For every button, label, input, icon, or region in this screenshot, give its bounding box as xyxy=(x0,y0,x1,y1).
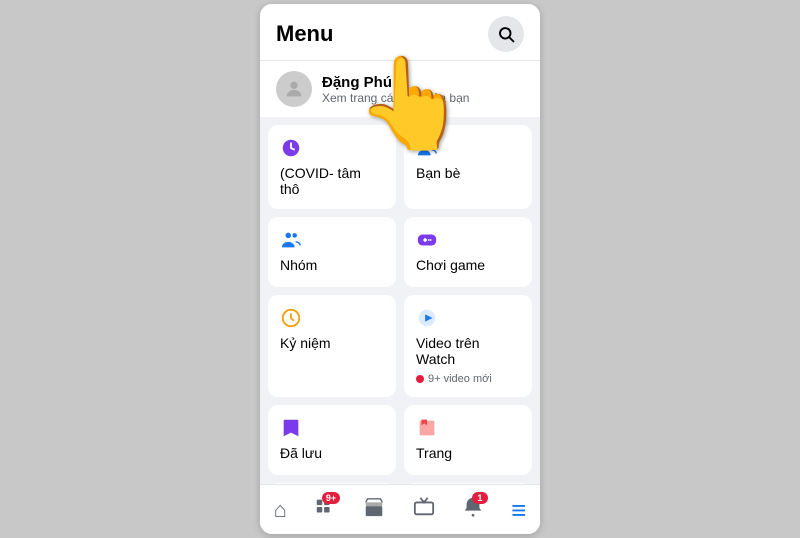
menu-item-covid[interactable]: (COVID- tâm thô xyxy=(268,125,396,209)
menu-item-watch[interactable]: Video trên Watch 9+ video mới xyxy=(404,295,532,397)
memories-label: Kỷ niệm xyxy=(280,335,384,351)
header: Menu xyxy=(260,4,540,61)
bottom-nav: ⌂ 9+ xyxy=(260,484,540,534)
menu-grid: (COVID- tâm thô Bạn bè Nhóm Chơi game Kỷ niệ… xyxy=(268,125,532,484)
watch-sublabel: 9+ video mới xyxy=(416,373,520,385)
nav-tv[interactable] xyxy=(405,492,443,528)
grid-container: (COVID- tâm thô Bạn bè Nhóm Chơi game Kỷ niệ… xyxy=(260,125,540,484)
pages-icon xyxy=(416,417,520,439)
friends-icon xyxy=(416,137,520,159)
profile-section[interactable]: Đặng Phú Xem trang cá nhân của bạn xyxy=(260,61,540,117)
watch-label: Video trên Watch xyxy=(416,335,520,367)
menu-item-friends[interactable]: Bạn bè xyxy=(404,125,532,209)
friends-label: Bạn bè xyxy=(416,165,520,181)
notifications-badge: 9+ xyxy=(322,492,340,504)
groups-icon xyxy=(280,229,384,251)
nav-home[interactable]: ⌂ xyxy=(266,493,295,527)
covid-label: (COVID- tâm thô xyxy=(280,165,384,197)
badge-dot xyxy=(416,375,424,383)
search-button[interactable] xyxy=(488,16,524,52)
nav-menu[interactable]: ≡ xyxy=(503,493,534,527)
games-icon xyxy=(416,229,520,251)
memories-icon xyxy=(280,307,384,329)
menu-item-memories[interactable]: Kỷ niệm xyxy=(268,295,396,397)
tv-icon xyxy=(413,496,435,524)
phone-container: 👆 Menu Đặng Phú Xem trang cá nhân của bạ… xyxy=(260,4,540,534)
profile-subtitle: Xem trang cá nhân của bạn xyxy=(322,91,469,105)
menu-icon: ≡ xyxy=(511,497,526,523)
home-icon: ⌂ xyxy=(274,497,287,523)
games-label: Chơi game xyxy=(416,257,520,273)
saved-label: Đã lưu xyxy=(280,445,384,461)
nav-bell[interactable]: 1 xyxy=(454,492,492,528)
watch-icon xyxy=(416,307,520,329)
groups-label: Nhóm xyxy=(280,257,384,273)
menu-item-saved[interactable]: Đã lưu xyxy=(268,405,396,475)
saved-icon xyxy=(280,417,384,439)
menu-item-games[interactable]: Chơi game xyxy=(404,217,532,287)
nav-store[interactable] xyxy=(355,492,393,528)
avatar xyxy=(276,71,312,107)
menu-item-groups[interactable]: Nhóm xyxy=(268,217,396,287)
store-icon xyxy=(363,496,385,524)
covid-icon xyxy=(280,137,384,159)
nav-notifications-icon[interactable]: 9+ xyxy=(306,492,344,528)
pages-label: Trang xyxy=(416,445,520,461)
bell-badge: 1 xyxy=(472,492,488,504)
menu-item-pages[interactable]: Trang xyxy=(404,405,532,475)
profile-text: Đặng Phú Xem trang cá nhân của bạn xyxy=(322,74,469,105)
profile-name: Đặng Phú xyxy=(322,74,469,91)
page-title: Menu xyxy=(276,21,333,47)
